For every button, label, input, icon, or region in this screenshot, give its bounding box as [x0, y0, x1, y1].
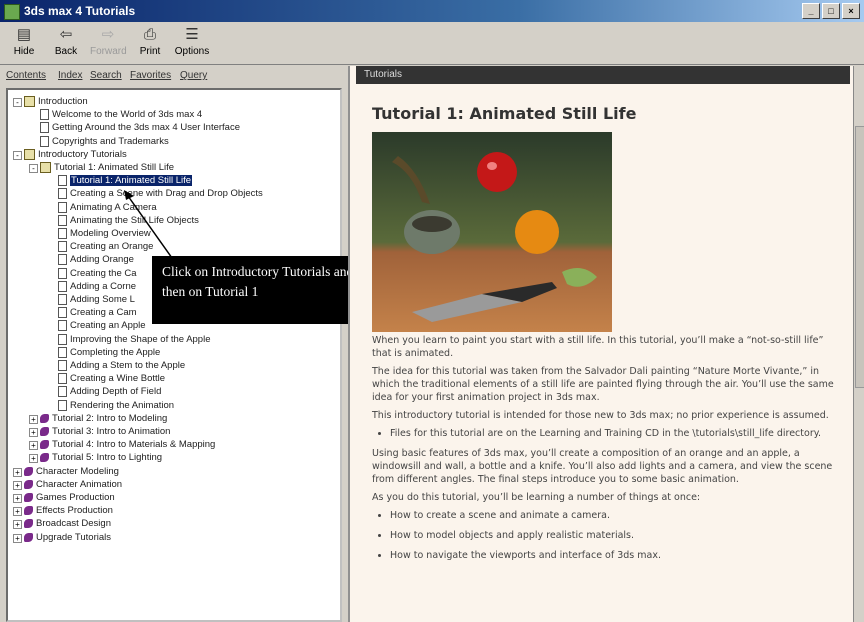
scrollbar-thumb[interactable] — [855, 126, 864, 388]
list-item: How to model objects and apply realistic… — [390, 529, 842, 542]
article-body: When you learn to paint you start with a… — [372, 334, 842, 569]
still-life-illustration — [392, 152, 597, 322]
learning-list: How to create a scene and animate a came… — [372, 509, 842, 562]
callout-annotation: Click on Introductory Tutorials and then… — [152, 256, 372, 324]
content-scrollbar[interactable] — [853, 66, 864, 622]
paragraph: Using basic features of 3ds max, you’ll … — [372, 448, 833, 485]
paragraph: This introductory tutorial is intended f… — [372, 410, 829, 421]
still-life-image — [372, 132, 612, 332]
note-item: Files for this tutorial are on the Learn… — [390, 427, 842, 440]
paragraph: When you learn to paint you start with a… — [372, 335, 824, 359]
page-title: Tutorial 1: Animated Still Life — [372, 104, 637, 123]
paragraph: As you do this tutorial, you’ll be learn… — [372, 492, 701, 503]
list-item: How to create a scene and animate a came… — [390, 509, 842, 522]
content-pane: Tutorials Tutorial 1: Animated Still Lif… — [348, 66, 856, 622]
list-item: How to navigate the viewports and interf… — [390, 549, 842, 562]
breadcrumb: Tutorials — [356, 66, 850, 84]
note-list: Files for this tutorial are on the Learn… — [372, 427, 842, 440]
paragraph: The idea for this tutorial was taken fro… — [372, 366, 834, 403]
